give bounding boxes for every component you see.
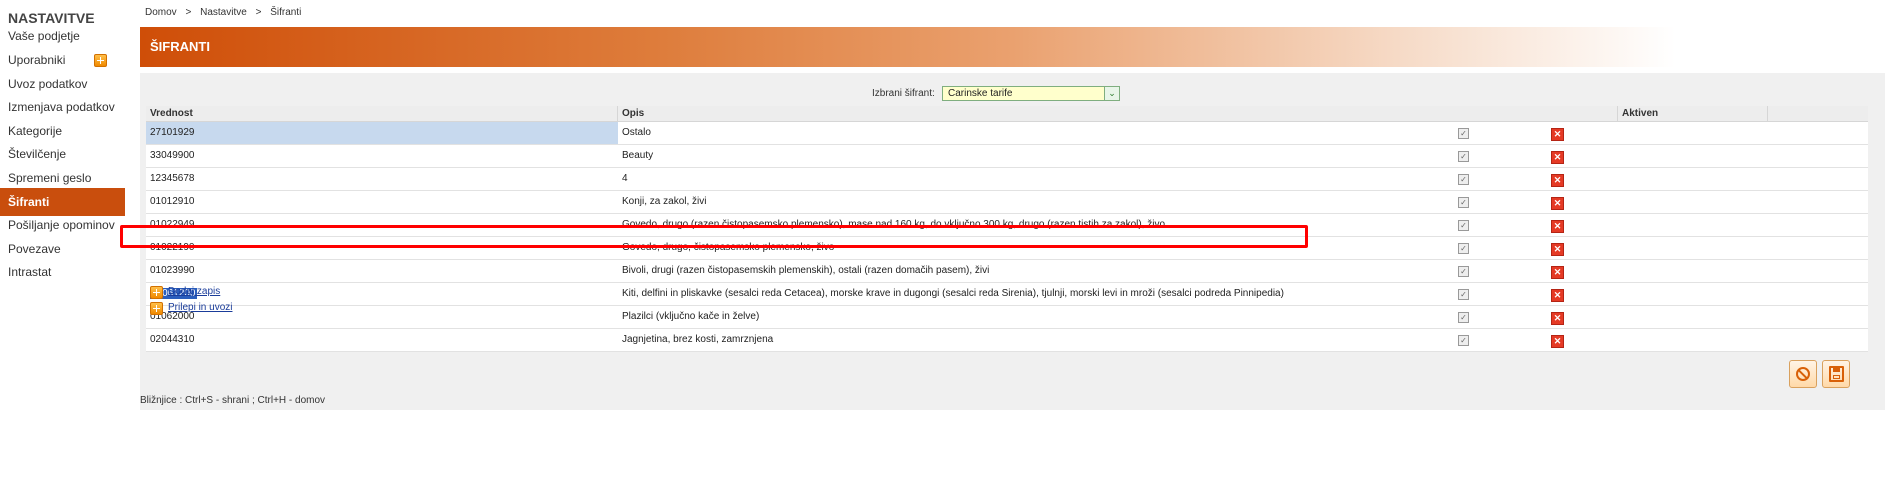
- cell-value[interactable]: 01023990: [146, 260, 618, 282]
- checkbox-icon[interactable]: ✓: [1458, 151, 1469, 162]
- checkbox-icon[interactable]: ✓: [1458, 312, 1469, 323]
- checkbox-icon[interactable]: ✓: [1458, 243, 1469, 254]
- selector-label: Izbrani šifrant:: [872, 88, 935, 99]
- breadcrumb-current: Šifranti: [270, 7, 302, 18]
- delete-icon[interactable]: ✕: [1551, 335, 1564, 348]
- delete-icon[interactable]: ✕: [1551, 220, 1564, 233]
- value-text: 01012910: [150, 196, 195, 207]
- codebook-selector: Izbrani šifrant: Carinske tarife ⌄: [140, 85, 1885, 103]
- breadcrumb-settings[interactable]: Nastavitve: [200, 7, 247, 18]
- shortcuts-hint: Bližnjice : Ctrl+S - shrani ; Ctrl+H - d…: [140, 395, 326, 406]
- delete-icon[interactable]: ✕: [1551, 289, 1564, 302]
- breadcrumb: Domov > Nastavitve > Šifranti: [145, 7, 307, 18]
- plus-icon[interactable]: [94, 54, 107, 67]
- checkbox-icon[interactable]: ✓: [1458, 335, 1469, 346]
- table-row[interactable]: 12345678 4 ✓ ✕: [146, 168, 1868, 191]
- breadcrumb-separator: >: [255, 7, 262, 18]
- value-text: 02044310: [150, 334, 195, 345]
- value-text: 27101929: [150, 127, 195, 138]
- paste-import-link[interactable]: Prilepi in uvozi: [168, 302, 232, 313]
- page-title: ŠIFRANTI: [150, 39, 210, 54]
- value-text: 01023990: [150, 265, 195, 276]
- cell-value[interactable]: 27101929: [146, 122, 618, 144]
- column-header-description[interactable]: Opis: [618, 106, 1618, 121]
- cancel-icon: [1796, 367, 1810, 381]
- sidebar-item-label: Uporabniki: [8, 53, 66, 67]
- column-header-active[interactable]: Aktiven: [1618, 106, 1768, 121]
- checkbox-icon[interactable]: ✓: [1458, 266, 1469, 277]
- page-header: ŠIFRANTI: [140, 27, 1885, 67]
- delete-icon[interactable]: ✕: [1551, 243, 1564, 256]
- delete-icon[interactable]: ✕: [1551, 174, 1564, 187]
- checkbox-icon[interactable]: ✓: [1458, 289, 1469, 300]
- delete-icon[interactable]: ✕: [1551, 197, 1564, 210]
- chevron-down-icon[interactable]: ⌄: [1104, 87, 1119, 100]
- table-row[interactable]: 01012910 Konji, za zakol, živi ✓ ✕: [146, 191, 1868, 214]
- delete-icon[interactable]: ✕: [1551, 312, 1564, 325]
- value-text: 12345678: [150, 173, 195, 184]
- checkbox-icon[interactable]: ✓: [1458, 220, 1469, 231]
- cell-value[interactable]: 12345678: [146, 168, 618, 190]
- save-icon: [1829, 366, 1844, 382]
- checkbox-icon[interactable]: ✓: [1458, 128, 1469, 139]
- row-highlight-frame: [120, 225, 1308, 248]
- table-row[interactable]: 01023990 Bivoli, drugi (razen čistopasems…: [146, 260, 1868, 283]
- table-row[interactable]: 01061200 Kiti, delfini in pliskavke (sesa…: [146, 283, 1868, 306]
- checkbox-icon[interactable]: ✓: [1458, 174, 1469, 185]
- delete-icon[interactable]: ✕: [1551, 128, 1564, 141]
- value-text: 33049900: [150, 150, 195, 161]
- add-record-link[interactable]: Dodaj zapis: [168, 286, 220, 297]
- column-header-value[interactable]: Vrednost: [146, 106, 618, 121]
- table-row[interactable]: 27101929 Ostalo ✓ ✕: [146, 122, 1868, 145]
- plus-icon[interactable]: [150, 286, 163, 299]
- plus-icon[interactable]: [150, 302, 163, 315]
- cell-value[interactable]: 33049900: [146, 145, 618, 167]
- cell-value[interactable]: 01012910: [146, 191, 618, 213]
- delete-icon[interactable]: ✕: [1551, 151, 1564, 164]
- cell-value[interactable]: 02044310: [146, 329, 618, 351]
- table-row[interactable]: 02044310 Jagnjetina, brez kosti, zamrznje…: [146, 329, 1868, 352]
- checkbox-icon[interactable]: ✓: [1458, 197, 1469, 208]
- breadcrumb-separator: >: [185, 7, 192, 18]
- table-header: Vrednost Opis Aktiven: [146, 106, 1868, 122]
- table-row[interactable]: 33049900 Beauty ✓ ✕: [146, 145, 1868, 168]
- codebook-select[interactable]: Carinske tarife ⌄: [942, 86, 1120, 101]
- breadcrumb-home[interactable]: Domov: [145, 7, 177, 18]
- delete-icon[interactable]: ✕: [1551, 266, 1564, 279]
- sidebar-item-intrastat[interactable]: Intrastat: [0, 258, 125, 286]
- table-row[interactable]: 01062000 Plazilci (vključno kače in želve…: [146, 306, 1868, 329]
- save-button[interactable]: [1822, 360, 1850, 388]
- cancel-button[interactable]: [1789, 360, 1817, 388]
- selector-value: Carinske tarife: [948, 88, 1013, 99]
